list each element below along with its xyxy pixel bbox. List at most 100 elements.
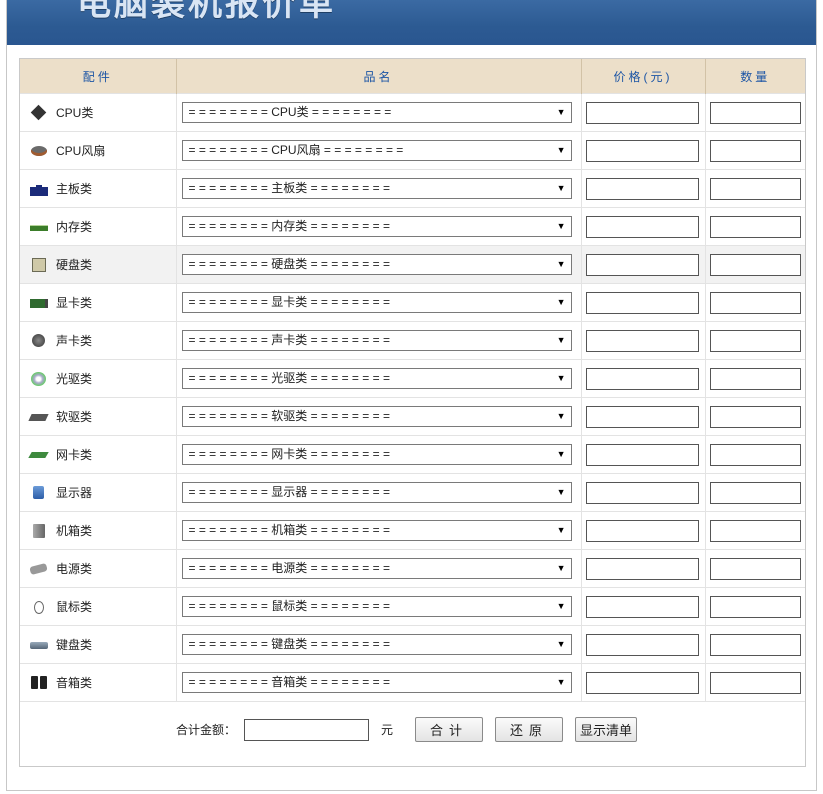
product-select[interactable]: = = = = = = = = CPU风扇 = = = = = = = = ▼ — [181, 140, 572, 161]
header-qty: 数量 — [705, 59, 805, 94]
part-label: CPU类 — [56, 106, 94, 120]
price-input[interactable] — [585, 215, 699, 238]
monitor-icon — [30, 485, 48, 500]
table-row: 光驱类 = = = = = = = = 光驱类 = = = = = = = = ▼ — [20, 359, 805, 398]
product-select-value: = = = = = = = = 硬盘类 = = = = = = = = — [188, 257, 390, 271]
quantity-input[interactable] — [709, 443, 801, 466]
quantity-input[interactable] — [709, 139, 801, 162]
price-input[interactable] — [585, 367, 699, 390]
quantity-input[interactable] — [709, 177, 801, 200]
price-cell — [581, 321, 706, 360]
qty-cell — [705, 435, 805, 474]
quantity-input[interactable] — [709, 595, 801, 618]
product-select[interactable]: = = = = = = = = 显示器 = = = = = = = = ▼ — [181, 482, 572, 503]
product-select[interactable]: = = = = = = = = 内存类 = = = = = = = = ▼ — [181, 216, 572, 237]
total-amount-input[interactable] — [243, 718, 369, 741]
price-input[interactable] — [585, 671, 699, 694]
price-input[interactable] — [585, 291, 699, 314]
product-select[interactable]: = = = = = = = = 网卡类 = = = = = = = = ▼ — [181, 444, 572, 465]
price-cell — [581, 511, 706, 550]
price-input[interactable] — [585, 139, 699, 162]
table-row: 软驱类 = = = = = = = = 软驱类 = = = = = = = = ▼ — [20, 397, 805, 436]
product-select[interactable]: = = = = = = = = 硬盘类 = = = = = = = = ▼ — [181, 254, 572, 275]
qty-cell — [705, 245, 805, 284]
sum-button[interactable]: 合计 — [414, 717, 483, 742]
product-select-value: = = = = = = = = 网卡类 = = = = = = = = — [188, 447, 390, 461]
price-input[interactable] — [585, 329, 699, 352]
price-input[interactable] — [585, 595, 699, 618]
quantity-input[interactable] — [709, 557, 801, 580]
quantity-input[interactable] — [709, 671, 801, 694]
table-row: 鼠标类 = = = = = = = = 鼠标类 = = = = = = = = ▼ — [20, 587, 805, 626]
name-cell: = = = = = = = = CPU风扇 = = = = = = = = ▼ — [176, 131, 582, 170]
product-select[interactable]: = = = = = = = = CPU类 = = = = = = = = ▼ — [181, 102, 572, 123]
quantity-input[interactable] — [709, 405, 801, 428]
quantity-input[interactable] — [709, 633, 801, 656]
price-input[interactable] — [585, 101, 699, 124]
part-cell: 电源类 — [20, 549, 177, 588]
dropdown-arrow-icon: ▼ — [556, 335, 566, 345]
part-cell: CPU风扇 — [20, 131, 177, 170]
quantity-input[interactable] — [709, 101, 801, 124]
quantity-input[interactable] — [709, 481, 801, 504]
product-select[interactable]: = = = = = = = = 显卡类 = = = = = = = = ▼ — [181, 292, 572, 313]
price-input[interactable] — [585, 481, 699, 504]
name-cell: = = = = = = = = 光驱类 = = = = = = = = ▼ — [176, 359, 582, 398]
qty-cell — [705, 587, 805, 626]
table-row: 硬盘类 = = = = = = = = 硬盘类 = = = = = = = = ▼ — [20, 245, 805, 284]
quote-table: 配件 品名 价格(元) 数量 CPU类 = = = = = = = = CPU类 … — [20, 59, 805, 701]
product-select[interactable]: = = = = = = = = 声卡类 = = = = = = = = ▼ — [181, 330, 572, 351]
keyboard-icon — [30, 638, 48, 652]
price-input[interactable] — [585, 443, 699, 466]
qty-cell — [705, 473, 805, 512]
cpu-icon — [30, 106, 48, 120]
product-select[interactable]: = = = = = = = = 键盘类 = = = = = = = = ▼ — [181, 634, 572, 655]
product-select[interactable]: = = = = = = = = 光驱类 = = = = = = = = ▼ — [181, 368, 572, 389]
table-row: 主板类 = = = = = = = = 主板类 = = = = = = = = ▼ — [20, 169, 805, 208]
quantity-input[interactable] — [709, 215, 801, 238]
product-select[interactable]: = = = = = = = = 机箱类 = = = = = = = = ▼ — [181, 520, 572, 541]
table-row: 显卡类 = = = = = = = = 显卡类 = = = = = = = = ▼ — [20, 283, 805, 322]
price-cell — [581, 207, 706, 246]
price-input[interactable] — [585, 405, 699, 428]
quantity-input[interactable] — [709, 367, 801, 390]
price-input[interactable] — [585, 633, 699, 656]
cpu-fan-icon — [30, 144, 48, 158]
part-cell: 硬盘类 — [20, 245, 177, 284]
product-select-value: = = = = = = = = 显卡类 = = = = = = = = — [188, 295, 390, 309]
show-list-button[interactable]: 显示清单 — [575, 717, 638, 742]
power-supply-icon — [30, 562, 48, 576]
name-cell: = = = = = = = = 主板类 = = = = = = = = ▼ — [176, 169, 582, 208]
product-select-value: = = = = = = = = 主板类 = = = = = = = = — [188, 181, 390, 195]
product-select[interactable]: = = = = = = = = 软驱类 = = = = = = = = ▼ — [181, 406, 572, 427]
product-select[interactable]: = = = = = = = = 音箱类 = = = = = = = = ▼ — [181, 672, 572, 693]
banner-title: 电脑装机报价单 — [77, 0, 336, 24]
qty-cell — [705, 397, 805, 436]
quantity-input[interactable] — [709, 253, 801, 276]
dropdown-arrow-icon: ▼ — [556, 145, 566, 155]
quantity-input[interactable] — [709, 291, 801, 314]
quote-panel: 配件 品名 价格(元) 数量 CPU类 = = = = = = = = CPU类 … — [19, 58, 806, 767]
product-select[interactable]: = = = = = = = = 鼠标类 = = = = = = = = ▼ — [181, 596, 572, 617]
case-icon — [30, 523, 48, 538]
name-cell: = = = = = = = = 显示器 = = = = = = = = ▼ — [176, 473, 582, 512]
quantity-input[interactable] — [709, 329, 801, 352]
product-select[interactable]: = = = = = = = = 电源类 = = = = = = = = ▼ — [181, 558, 572, 579]
sound-card-icon — [30, 333, 48, 348]
name-cell: = = = = = = = = 音箱类 = = = = = = = = ▼ — [176, 663, 582, 701]
reset-button[interactable]: 还原 — [495, 717, 564, 742]
price-input[interactable] — [585, 177, 699, 200]
name-cell: = = = = = = = = CPU类 = = = = = = = = ▼ — [176, 93, 582, 132]
product-select-value: = = = = = = = = 机箱类 = = = = = = = = — [188, 523, 390, 537]
product-select[interactable]: = = = = = = = = 主板类 = = = = = = = = ▼ — [181, 178, 572, 199]
price-input[interactable] — [585, 519, 699, 542]
quantity-input[interactable] — [709, 519, 801, 542]
qty-cell — [705, 169, 805, 208]
dropdown-arrow-icon: ▼ — [556, 411, 566, 421]
price-input[interactable] — [585, 253, 699, 276]
name-cell: = = = = = = = = 键盘类 = = = = = = = = ▼ — [176, 625, 582, 664]
dropdown-arrow-icon: ▼ — [556, 107, 566, 117]
graphics-card-icon — [30, 296, 48, 310]
price-input[interactable] — [585, 557, 699, 580]
dropdown-arrow-icon: ▼ — [556, 677, 566, 687]
